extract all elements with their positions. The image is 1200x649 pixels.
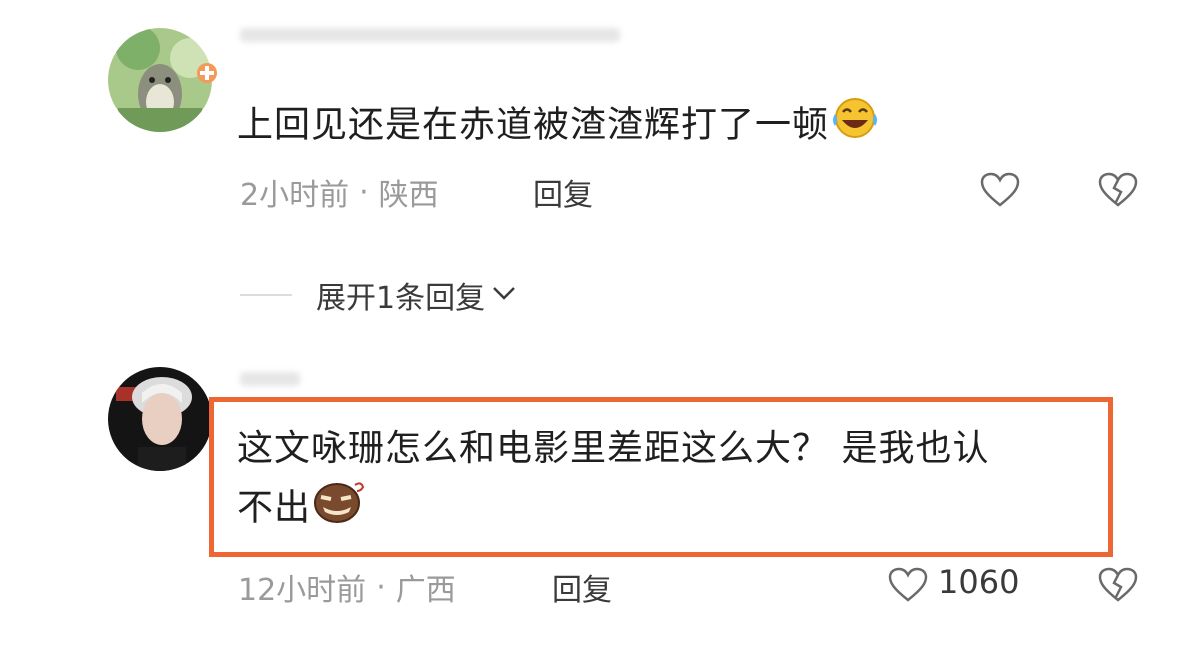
avatar[interactable] — [108, 367, 212, 471]
meta-separator: · — [376, 569, 386, 605]
username-2-blurred — [240, 372, 300, 386]
timestamp: 2小时前 — [240, 178, 350, 213]
timestamp: 12小时前 — [238, 573, 367, 608]
laughing-tears-emoji-icon — [829, 96, 881, 157]
comment-1-meta: 2小时前 · 陕西 — [240, 170, 439, 214]
heart-outline-icon[interactable] — [980, 172, 1020, 212]
broken-heart-icon[interactable] — [1098, 567, 1138, 607]
comment-1-body: 上回见还是在赤道被渣渣辉打了一顿 — [237, 104, 830, 146]
comment-2-line-2: 不出 — [237, 477, 989, 542]
heart-outline-icon[interactable] — [888, 567, 928, 607]
comment-2-body-end: 不出 — [237, 487, 312, 529]
username-1-blurred — [240, 28, 620, 42]
location: 广西 — [395, 573, 456, 608]
location: 陕西 — [378, 178, 439, 213]
expand-replies-label: 展开1条回复 — [316, 281, 486, 316]
comment-1-text: 上回见还是在赤道被渣渣辉打了一顿 — [237, 96, 881, 157]
reply-button[interactable]: 回复 — [552, 565, 612, 609]
expand-divider — [240, 294, 292, 296]
reply-button[interactable]: 回复 — [533, 170, 593, 214]
comment-2-meta: 12小时前 · 广西 — [238, 565, 456, 609]
smirk-emoji-icon — [311, 477, 367, 542]
avatar-badge-icon — [196, 62, 218, 84]
comment-2-line-1: 这文咏珊怎么和电影里差距这么大？ 是我也认 — [237, 428, 990, 469]
chevron-down-icon — [491, 283, 517, 307]
comment-2-text: 这文咏珊怎么和电影里差距这么大？ 是我也认 不出 — [237, 421, 989, 542]
expand-replies-button[interactable]: 展开1条回复 — [240, 270, 517, 320]
like-count: 1060 — [938, 563, 1020, 601]
broken-heart-icon[interactable] — [1098, 172, 1138, 212]
meta-separator: · — [359, 174, 369, 210]
